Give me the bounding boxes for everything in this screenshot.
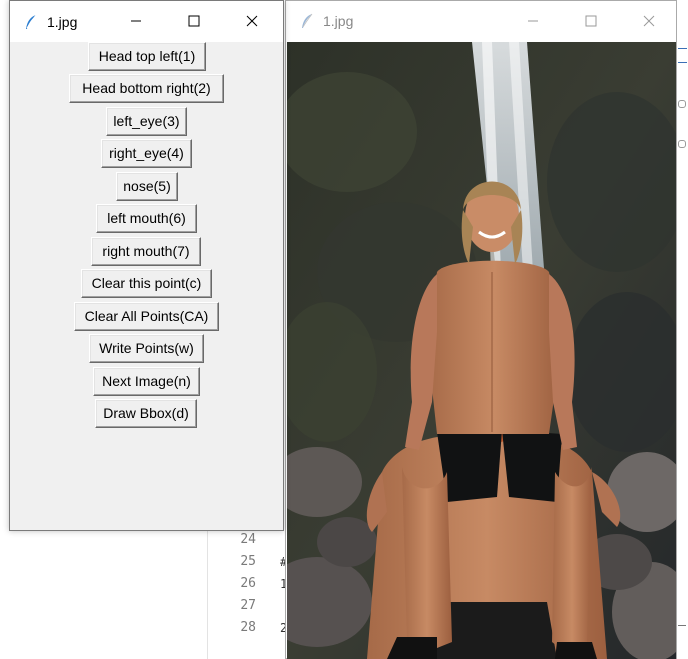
annotation-tool-window: 1.jpg Head top left(1) Head bottom right…	[9, 0, 284, 531]
image-window-titlebar[interactable]: 1.jpg	[286, 1, 676, 41]
line-number: 26	[240, 576, 256, 591]
maximize-icon	[585, 15, 597, 27]
feather-icon	[23, 14, 39, 30]
minimize-icon	[131, 20, 141, 22]
line-number: 24	[240, 532, 256, 547]
right-mouth-button[interactable]: right mouth(7)	[91, 237, 201, 266]
close-icon	[643, 15, 655, 27]
image-window: 1.jpg	[285, 0, 677, 659]
clear-this-point-button[interactable]: Clear this point(c)	[81, 269, 212, 298]
minimize-button[interactable]	[510, 1, 556, 41]
background-window-edge	[676, 0, 688, 659]
photo-two-men-waterfall	[287, 42, 676, 659]
nose-button[interactable]: nose(5)	[116, 172, 178, 201]
close-button[interactable]	[626, 1, 672, 41]
close-button[interactable]	[229, 1, 275, 41]
minimize-icon	[528, 20, 538, 22]
right-eye-button[interactable]: right_eye(4)	[101, 139, 192, 168]
line-number: 28	[240, 620, 256, 635]
photo-canvas[interactable]	[287, 42, 676, 659]
line-number: 25	[240, 554, 256, 569]
maximize-icon	[188, 15, 200, 27]
close-icon	[246, 15, 258, 27]
tool-window-titlebar[interactable]: 1.jpg	[10, 1, 283, 42]
left-mouth-button[interactable]: left mouth(6)	[96, 204, 197, 233]
minimize-button[interactable]	[113, 1, 159, 41]
head-top-left-button[interactable]: Head top left(1)	[88, 42, 206, 71]
head-bottom-right-button[interactable]: Head bottom right(2)	[69, 74, 224, 103]
clear-all-points-button[interactable]: Clear All Points(CA)	[74, 302, 219, 331]
feather-icon	[299, 13, 315, 29]
next-image-button[interactable]: Next Image(n)	[93, 367, 200, 396]
write-points-button[interactable]: Write Points(w)	[89, 334, 204, 363]
left-eye-button[interactable]: left_eye(3)	[106, 107, 187, 136]
draw-bbox-button[interactable]: Draw Bbox(d)	[95, 399, 197, 428]
line-number: 27	[240, 598, 256, 613]
maximize-button[interactable]	[568, 1, 614, 41]
maximize-button[interactable]	[171, 1, 217, 41]
window-title: 1.jpg	[47, 13, 78, 30]
window-title: 1.jpg	[323, 13, 354, 29]
